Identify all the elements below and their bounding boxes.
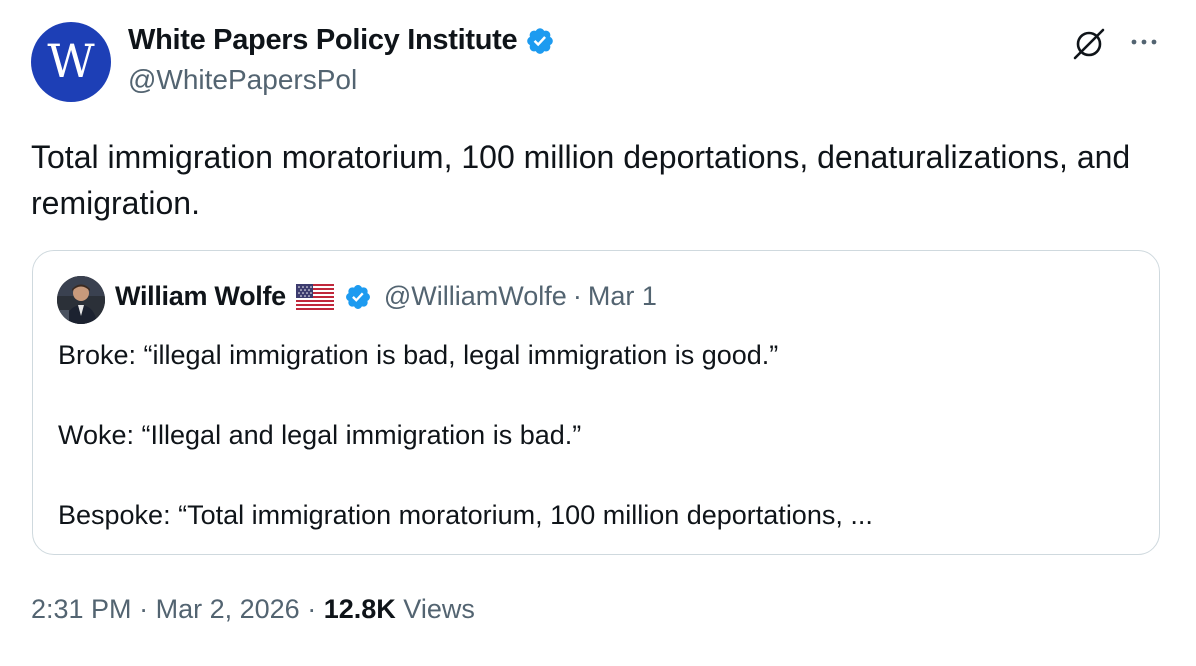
quote-line-bespoke: Bespoke: “Total immigration moratorium, … <box>58 500 873 530</box>
quote-line-woke: Woke: “Illegal and legal immigration is … <box>58 420 582 450</box>
quote-body: Broke: “illegal immigration is bad, lega… <box>58 335 1138 535</box>
author-name-row[interactable]: White Papers Policy Institute <box>128 24 555 57</box>
quoted-tweet-card[interactable]: William Wolfe @WilliamWolfe · Mar 1 Brok… <box>32 250 1160 555</box>
views-label: Views <box>403 594 475 624</box>
tweet-meta: 2:31 PM · Mar 2, 2026 · 12.8K Views <box>31 594 475 625</box>
author-handle[interactable]: @WhitePapersPol <box>128 64 357 96</box>
quote-author-avatar[interactable] <box>57 276 105 324</box>
tweet-date[interactable]: Mar 2, 2026 <box>156 594 300 624</box>
views-count: 12.8K <box>323 594 396 624</box>
avatar-letter: W <box>47 34 95 88</box>
quote-line-broke: Broke: “illegal immigration is bad, lega… <box>58 340 779 370</box>
quote-verified-badge-icon <box>344 283 372 311</box>
author-display-name[interactable]: White Papers Policy Institute <box>128 24 518 57</box>
tweet-time[interactable]: 2:31 PM <box>31 594 132 624</box>
quote-date[interactable]: Mar 1 <box>588 281 657 312</box>
grok-slash-circle-icon[interactable] <box>1068 26 1110 62</box>
verified-badge-icon <box>525 26 555 56</box>
author-avatar[interactable]: W <box>31 22 111 102</box>
quote-separator: · <box>572 281 582 311</box>
meta-separator-2: · <box>307 594 317 624</box>
quote-header: William Wolfe @WilliamWolfe · Mar 1 <box>115 281 657 312</box>
us-flag-icon <box>295 283 334 310</box>
meta-separator: · <box>139 594 149 624</box>
more-options-icon[interactable] <box>1126 30 1162 54</box>
quote-author-name[interactable]: William Wolfe <box>115 281 286 312</box>
quote-author-handle[interactable]: @WilliamWolfe <box>384 281 567 312</box>
tweet-text: Total immigration moratorium, 100 millio… <box>31 139 1131 221</box>
